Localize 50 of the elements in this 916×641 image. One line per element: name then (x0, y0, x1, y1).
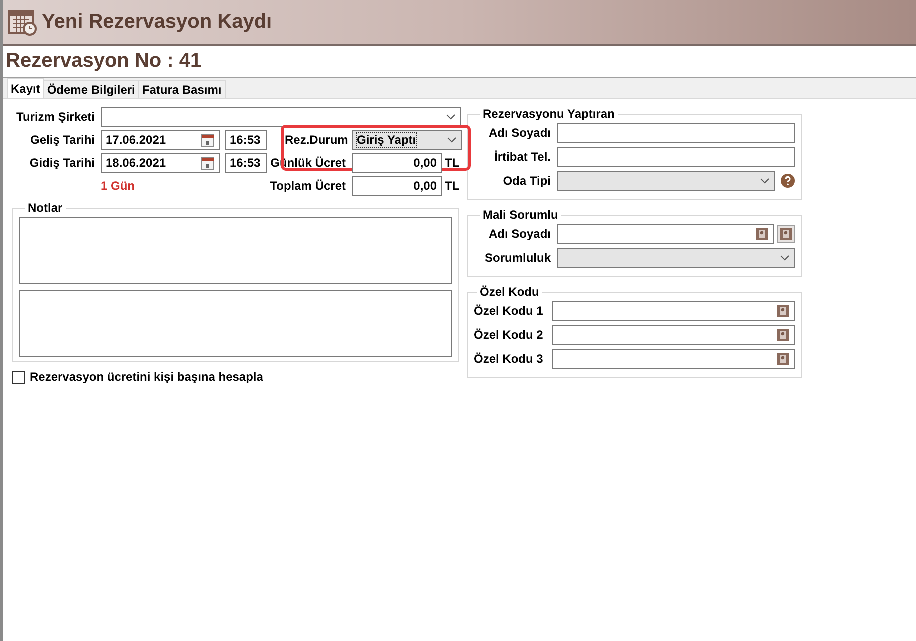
field-label: Adı Soyadı (488, 227, 552, 241)
calendar-clock-icon (8, 7, 38, 37)
contact-book-icon[interactable] (776, 328, 790, 342)
calendar-icon[interactable] (201, 132, 215, 148)
contact-book-icon[interactable] (755, 227, 769, 241)
lookup-field[interactable] (557, 224, 774, 244)
lookup-field[interactable] (552, 325, 795, 345)
window-title: Yeni Rezervasyon Kaydı (42, 10, 272, 34)
field-label: Sorumluluk (484, 251, 552, 265)
field-label: Oda Tipi (502, 174, 552, 188)
field-label: Toplam Ücret (269, 179, 347, 193)
time-field[interactable]: 16:53 (225, 130, 267, 150)
checkbox-label: Rezervasyon ücretini kişi başına hesapla (30, 370, 264, 384)
date-field[interactable]: 17.06.2021 (101, 130, 220, 150)
field-label: Özel Kodu 2 (474, 328, 544, 342)
fee-field[interactable]: 0,00 (352, 176, 442, 196)
text-field[interactable] (557, 147, 795, 167)
lookup-field[interactable] (552, 349, 795, 369)
group-title: Notlar (27, 201, 64, 215)
group-title: Özel Kodu (479, 285, 540, 299)
field-label: Turizm Şirketi (16, 110, 96, 124)
field-label: Özel Kodu 1 (474, 304, 544, 318)
currency-label: TL (445, 179, 460, 193)
field-label: İrtibat Tel. (494, 150, 552, 164)
reservation-number: Rezervasyon No : 41 (6, 50, 202, 73)
tab[interactable]: Fatura Basımı (138, 80, 226, 98)
field-label: Gidiş Tarihi (28, 156, 96, 170)
group-title: Rezervasyonu Yaptıran (482, 107, 616, 121)
contact-book-icon[interactable] (776, 352, 790, 366)
calendar-icon[interactable] (201, 156, 215, 170)
field-label: Adı Soyadı (488, 126, 552, 140)
contact-book-button[interactable] (777, 225, 795, 243)
text-field[interactable] (557, 123, 795, 143)
field-label: Özel Kodu 3 (474, 352, 544, 366)
tab[interactable]: Kayıt (7, 78, 44, 98)
field-label: Geliş Tarihi (30, 133, 96, 147)
contact-book-icon[interactable] (776, 304, 790, 318)
duration-text: 1 Gün (101, 179, 136, 193)
lookup-field[interactable] (552, 301, 795, 321)
fee-field[interactable]: 0,00 (352, 153, 442, 173)
notes-textarea[interactable] (19, 217, 452, 284)
tab[interactable]: Ödeme Bilgileri (43, 80, 140, 98)
group-title: Mali Sorumlu (482, 208, 560, 222)
notes-textarea[interactable] (19, 290, 452, 357)
checkbox[interactable] (12, 370, 25, 384)
date-field[interactable]: 18.06.2021 (101, 153, 220, 173)
field-label: Rez.Durum (285, 133, 350, 147)
currency-label: TL (445, 156, 460, 170)
time-field[interactable]: 16:53 (225, 153, 267, 173)
dropdown-field[interactable] (101, 107, 461, 127)
